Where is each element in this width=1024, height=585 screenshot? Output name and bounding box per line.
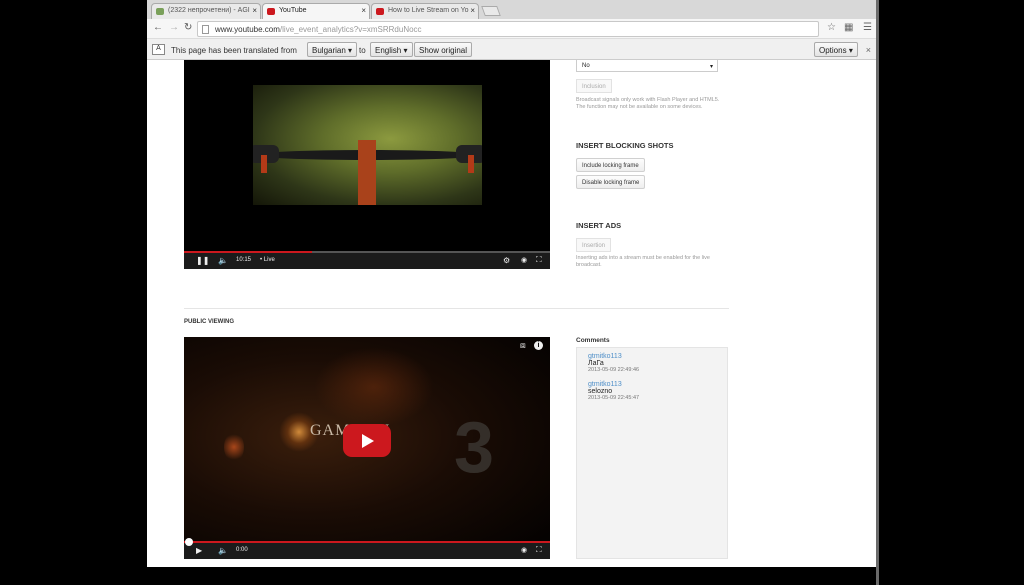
fullscreen-icon[interactable]: ⛶ [536, 545, 542, 555]
progress-fill [184, 251, 313, 253]
dropdown-arrow-icon: ▾ [403, 46, 408, 55]
comment-date: 2013-05-09 22:49:46 [588, 367, 640, 373]
public-viewing-heading: PUBLIC VIEWING [184, 319, 235, 325]
mail-favicon-icon [156, 8, 164, 15]
comment-item: gtmitko113 ЛаГа 2013-05-09 22:49:46 [588, 353, 639, 373]
address-host: www.youtube.com [215, 25, 280, 34]
video-frame-bike [253, 85, 482, 205]
tab-how-to-live-stream[interactable]: How to Live Stream on Yo × [371, 3, 479, 19]
extension-icon[interactable]: ▦ [844, 22, 853, 33]
options-label: Options [819, 46, 847, 55]
comment-text: selozno [588, 388, 613, 395]
tab-title: How to Live Stream on Yo [388, 7, 469, 14]
address-path: /live_event_analytics?v=xmSRRduNocc [279, 25, 422, 34]
new-tab-button[interactable] [481, 6, 501, 16]
comments-heading: Comments [576, 337, 610, 344]
insertion-button[interactable]: Insertion [576, 238, 612, 252]
volume-icon[interactable]: 🔈 [218, 546, 228, 555]
comment-user[interactable]: gtmitko113 [588, 381, 639, 388]
dropdown-arrow-icon: ▾ [848, 46, 853, 55]
comments-list: gtmitko113 ЛаГа 2013-05-09 22:49:46 gtmi… [576, 347, 728, 559]
translate-to-word: to [359, 46, 366, 55]
info-icon[interactable]: i [534, 341, 543, 350]
inclusion-button[interactable]: Inclusion [576, 79, 612, 93]
public-viewing-player[interactable]: 3 GAMEOW ⧈ i ▶ 🔈 0:00 ◉ ⛶ [184, 337, 550, 559]
disable-locking-frame-button[interactable]: Disable locking frame [576, 175, 646, 189]
share-icon[interactable]: ⧈ [520, 340, 526, 351]
from-language-value: Bulgarian [312, 46, 346, 55]
comment-user[interactable]: gtmitko113 [588, 353, 639, 360]
page-icon [202, 25, 209, 34]
player-time: 10:15 [236, 257, 252, 263]
youtube-favicon-icon [376, 8, 384, 15]
scrubber-handle[interactable] [185, 538, 193, 546]
tab-title: YouTube [279, 7, 307, 14]
dropdown-arrow-icon: ▾ [348, 46, 353, 55]
back-arrow-icon[interactable]: ← [153, 22, 163, 33]
translate-prefix: This page has been translated from [171, 46, 297, 55]
volume-icon[interactable]: 🔈 [218, 256, 228, 265]
comment-item: gtmitko113 selozno 2013-05-09 22:45:47 [588, 381, 639, 401]
quality-icon[interactable]: ◉ [521, 256, 527, 264]
live-preview-player[interactable]: ❚❚ 🔈 10:15 • Live ⚙ ◉ ⛶ [184, 60, 550, 269]
show-original-button[interactable]: Show original [414, 42, 473, 57]
broadcast-select-value: No [582, 63, 590, 69]
settings-gear-icon[interactable]: ⚙ [503, 256, 510, 265]
progress-bar[interactable] [184, 251, 550, 253]
player-controls: ▶ 🔈 0:00 ◉ ⛶ [184, 538, 550, 559]
page-content: ❚❚ 🔈 10:15 • Live ⚙ ◉ ⛶ No ▾ Inclusion B… [147, 60, 877, 567]
close-tab-icon[interactable]: × [252, 6, 257, 15]
forward-arrow-icon[interactable]: → [169, 22, 179, 33]
video-big-number: 3 [454, 408, 495, 488]
tab-title: (2322 непрочетени) - AGI [168, 7, 250, 14]
broadcast-select[interactable]: No ▾ [576, 60, 718, 72]
menu-icon[interactable]: ☰ [863, 22, 872, 33]
inclusion-note: Broadcast signals only work with Flash P… [576, 97, 720, 110]
blocking-shots-heading: INSERT BLOCKING SHOTS [576, 141, 674, 150]
play-small-icon[interactable]: ▶ [196, 546, 202, 555]
play-button[interactable] [343, 424, 391, 457]
close-tab-icon[interactable]: × [361, 6, 366, 15]
translate-bar: A This page has been translated from Bul… [147, 39, 877, 60]
bookmark-star-icon[interactable]: ☆ [827, 22, 836, 33]
section-divider [184, 308, 729, 309]
player-time: 0:00 [236, 547, 248, 553]
tab-youtube[interactable]: YouTube × [262, 3, 370, 19]
ads-note: Inserting ads into a stream must be enab… [576, 255, 710, 268]
progress-bar[interactable] [184, 541, 550, 543]
page-scrollbar[interactable] [876, 0, 879, 585]
play-icon [362, 434, 374, 448]
fullscreen-icon[interactable]: ⛶ [536, 255, 542, 265]
tab-mail[interactable]: (2322 непрочетени) - AGI × [151, 3, 261, 19]
comment-date: 2013-05-09 22:45:47 [588, 395, 640, 401]
close-translate-bar-icon[interactable]: × [866, 45, 871, 55]
pause-icon[interactable]: ❚❚ [196, 256, 209, 265]
tab-strip: (2322 непрочетени) - AGI × YouTube × How… [147, 0, 877, 19]
address-bar[interactable]: www.youtube.com/live_event_analytics?v=x… [197, 21, 819, 37]
live-indicator: • Live [260, 257, 275, 263]
browser-toolbar: ← → ↻ www.youtube.com/live_event_analyti… [147, 19, 877, 39]
translate-icon: A [152, 44, 165, 55]
comment-text: ЛаГа [588, 360, 604, 367]
dropdown-arrow-icon: ▾ [709, 64, 713, 70]
include-locking-frame-button[interactable]: Include locking frame [576, 158, 645, 172]
translate-options-button[interactable]: Options ▾ [814, 42, 858, 57]
insert-ads-heading: INSERT ADS [576, 221, 622, 230]
quality-icon[interactable]: ◉ [521, 546, 527, 554]
player-controls: ❚❚ 🔈 10:15 • Live ⚙ ◉ ⛶ [184, 251, 550, 269]
to-language-select[interactable]: English ▾ [370, 42, 413, 57]
browser-window: (2322 непрочетени) - AGI × YouTube × How… [147, 0, 877, 567]
youtube-favicon-icon [267, 8, 275, 15]
to-language-value: English [375, 46, 402, 55]
from-language-select[interactable]: Bulgarian ▾ [307, 42, 358, 57]
close-tab-icon[interactable]: × [470, 6, 475, 15]
reload-icon[interactable]: ↻ [184, 22, 192, 33]
